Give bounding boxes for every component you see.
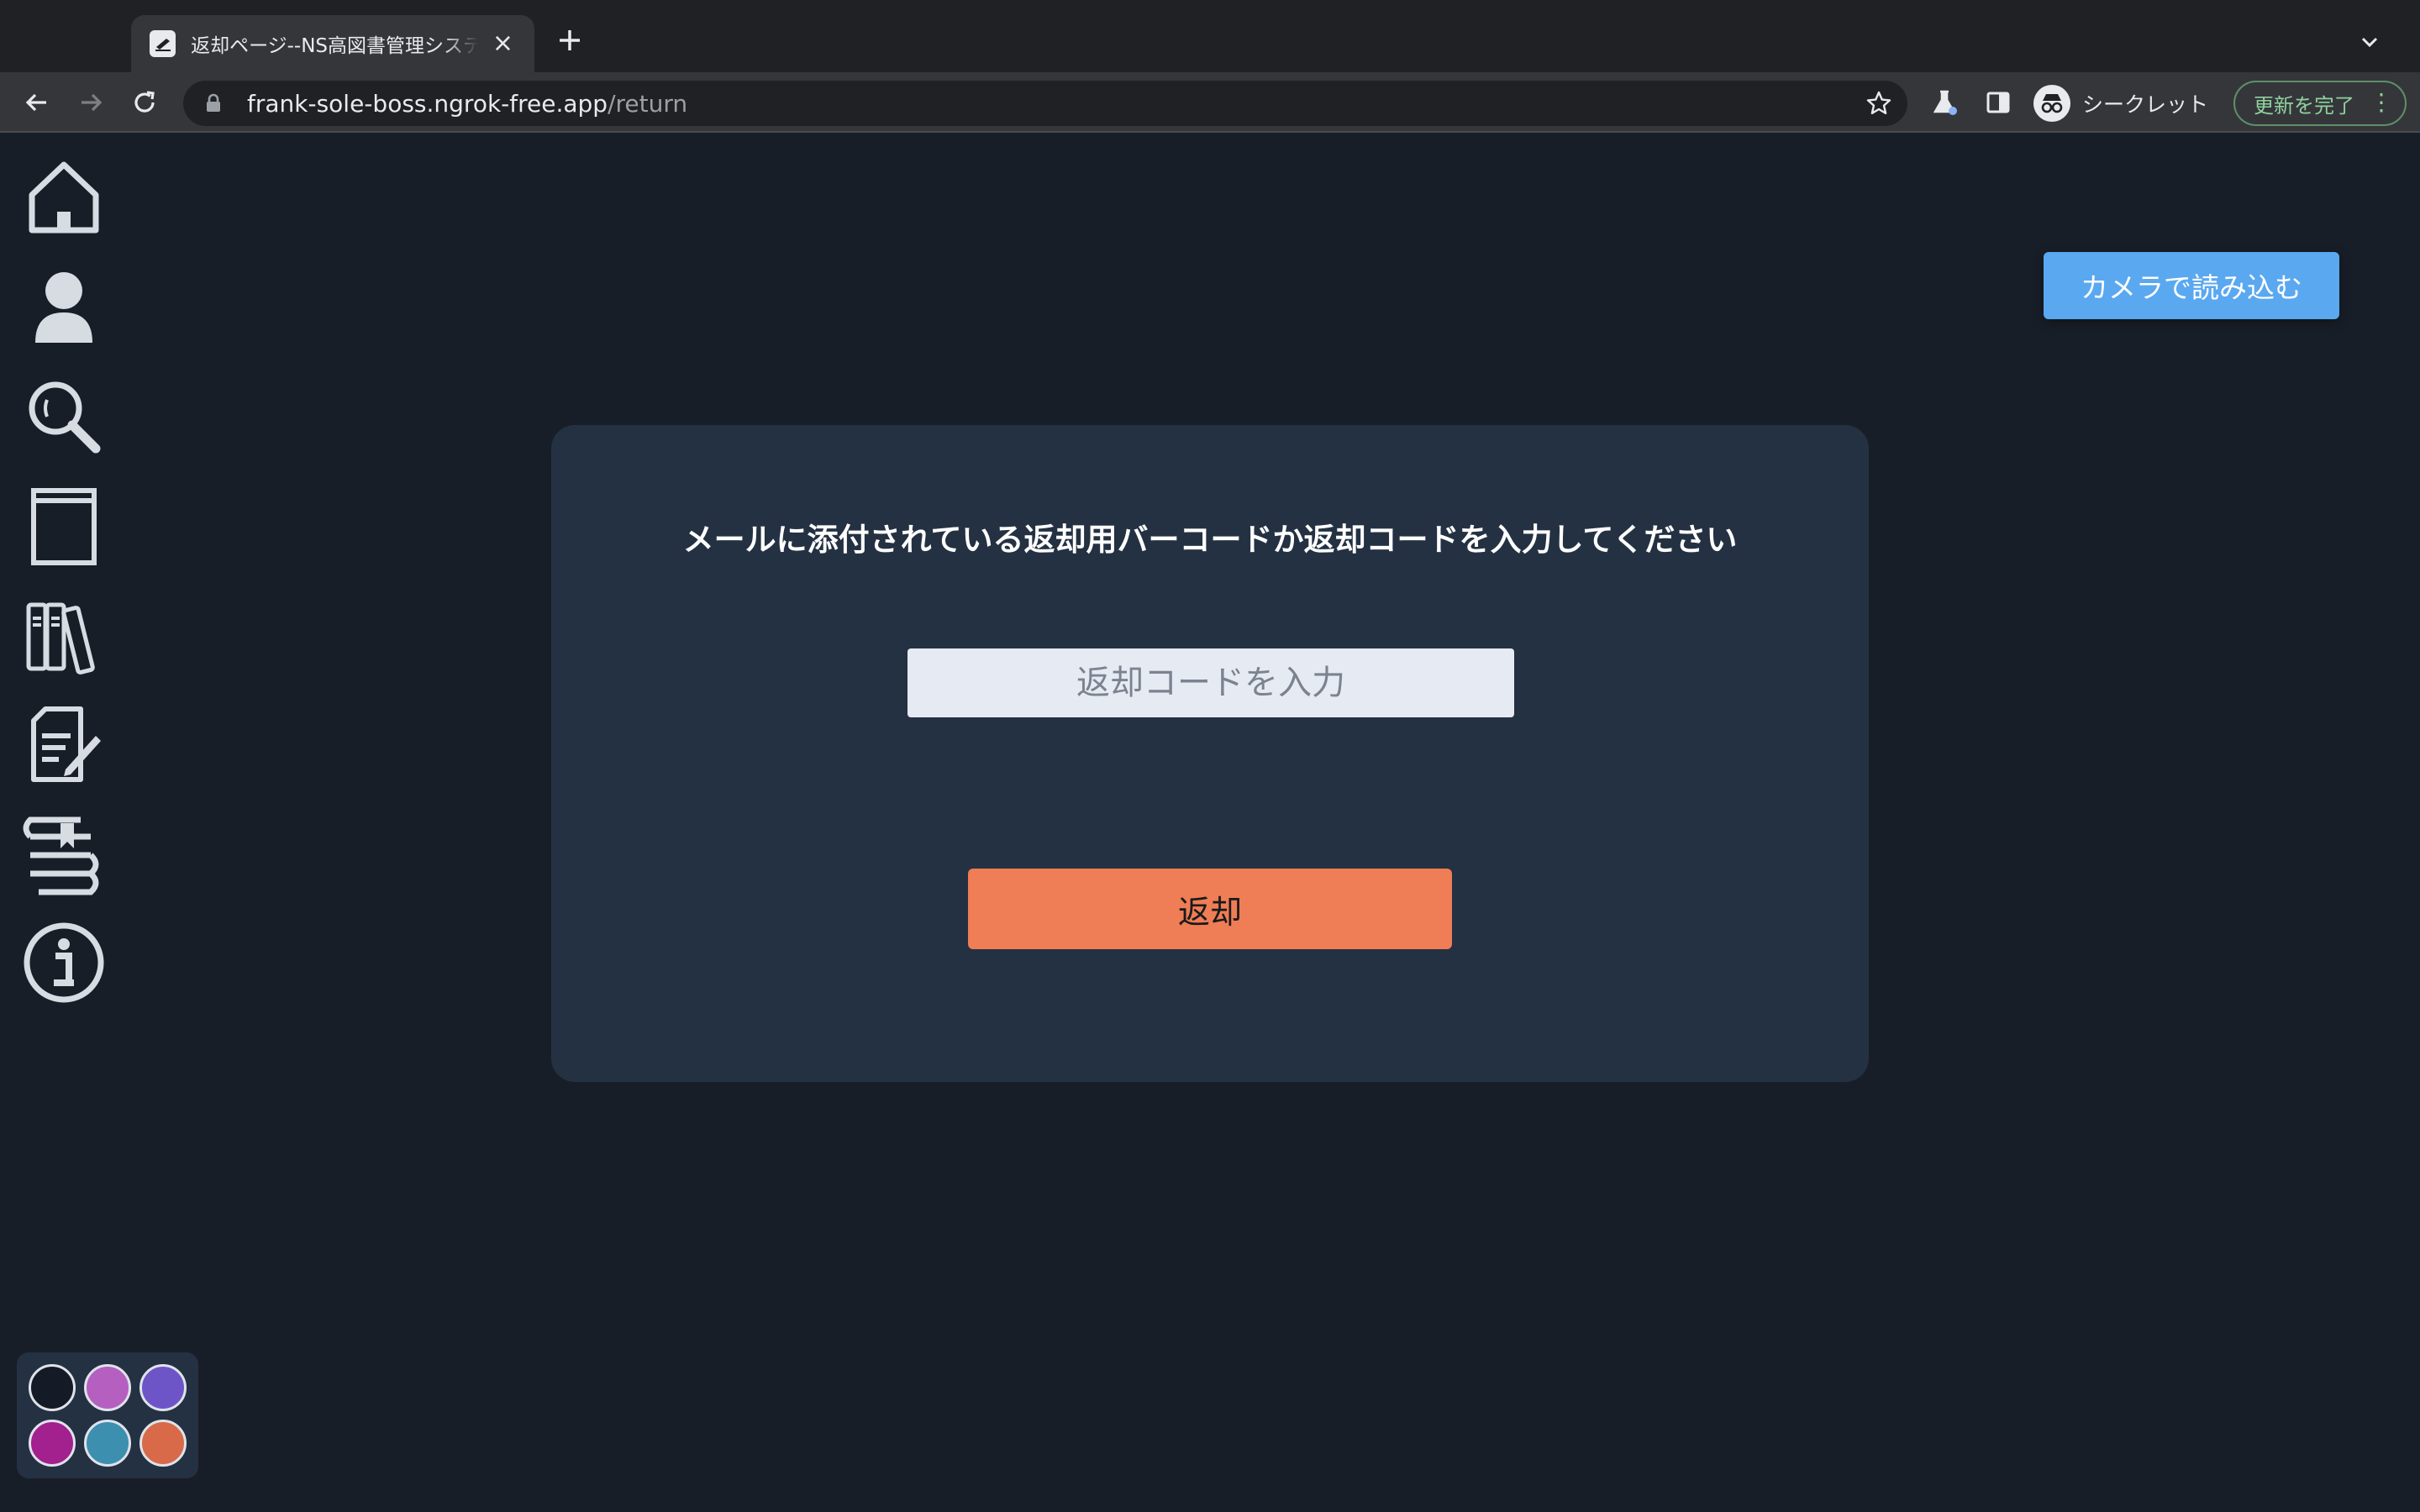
- tab-close-icon[interactable]: ×: [490, 31, 516, 56]
- more-menu-icon[interactable]: ⋮: [2370, 91, 2393, 114]
- search-icon: [29, 381, 101, 454]
- incognito-indicator[interactable]: シークレット: [2033, 81, 2208, 126]
- library-books-icon: [26, 602, 95, 675]
- sidebar-item-home[interactable]: [22, 156, 106, 240]
- new-tab-icon[interactable]: [553, 24, 587, 57]
- sidebar-item-records[interactable]: [22, 702, 106, 786]
- update-browser-button[interactable]: 更新を完了 ⋮: [2233, 81, 2407, 126]
- edit-document-icon: [31, 706, 101, 782]
- theme-swatch-magenta[interactable]: [29, 1420, 76, 1467]
- theme-swatch-teal[interactable]: [84, 1420, 131, 1467]
- user-icon: [35, 272, 92, 343]
- forward-arrow-icon[interactable]: [74, 86, 108, 119]
- incognito-label: シークレット: [2082, 92, 2209, 117]
- tab-title: 返却ページ--NS高図書管理システム: [191, 35, 478, 57]
- instruction-text: メールに添付されている返却用バーコードか返却コードを入力してください: [682, 522, 1738, 558]
- back-arrow-icon[interactable]: [20, 86, 54, 119]
- book-stack-icon: [23, 816, 99, 895]
- sidebar-item-loans[interactable]: [22, 811, 106, 895]
- reload-icon[interactable]: [128, 86, 161, 119]
- sidebar-item-book[interactable]: [22, 484, 106, 568]
- theme-swatch-purple[interactable]: [139, 1364, 187, 1411]
- return-submit-button[interactable]: 返却: [968, 869, 1452, 949]
- browser-tab-return[interactable]: 返却ページ--NS高図書管理システム ×: [131, 15, 534, 72]
- info-icon: [24, 922, 104, 1003]
- theme-swatch-orange[interactable]: [139, 1420, 187, 1467]
- sidebar-item-search[interactable]: [22, 375, 106, 459]
- url-host: frank-sole-boss.ngrok-free.app: [247, 89, 608, 118]
- side-panel-icon[interactable]: [1983, 87, 2013, 118]
- tab-search-chevron-icon[interactable]: [2353, 25, 2386, 59]
- update-label: 更新を完了: [2254, 93, 2354, 118]
- address-bar[interactable]: frank-sole-boss.ngrok-free.app/return: [183, 81, 1907, 126]
- lock-icon: [207, 93, 220, 112]
- sidebar-item-info[interactable]: [22, 921, 106, 1005]
- site-favicon-icon: [150, 30, 176, 57]
- theme-swatch-pink[interactable]: [84, 1364, 131, 1411]
- sidebar-item-account[interactable]: [22, 265, 106, 349]
- return-form-card: メールに添付されている返却用バーコードか返却コードを入力してください 返却: [551, 425, 1869, 1082]
- url-path: /return: [608, 89, 688, 118]
- camera-scan-button[interactable]: カメラで読み込む: [2044, 252, 2339, 319]
- sidebar-item-library[interactable]: [22, 593, 106, 677]
- bookmark-star-icon[interactable]: [1865, 90, 1892, 117]
- browser-toolbar: frank-sole-boss.ngrok-free.app/return シー…: [0, 72, 2420, 133]
- labs-flask-icon[interactable]: [1929, 87, 1960, 118]
- home-icon: [29, 161, 99, 234]
- theme-swatch-dark[interactable]: [29, 1364, 76, 1411]
- browser-tabstrip: 返却ページ--NS高図書管理システム ×: [0, 0, 2420, 72]
- incognito-icon: [2033, 85, 2070, 122]
- return-code-input[interactable]: [908, 648, 1514, 717]
- theme-color-picker: [17, 1352, 198, 1478]
- book-icon: [31, 488, 97, 565]
